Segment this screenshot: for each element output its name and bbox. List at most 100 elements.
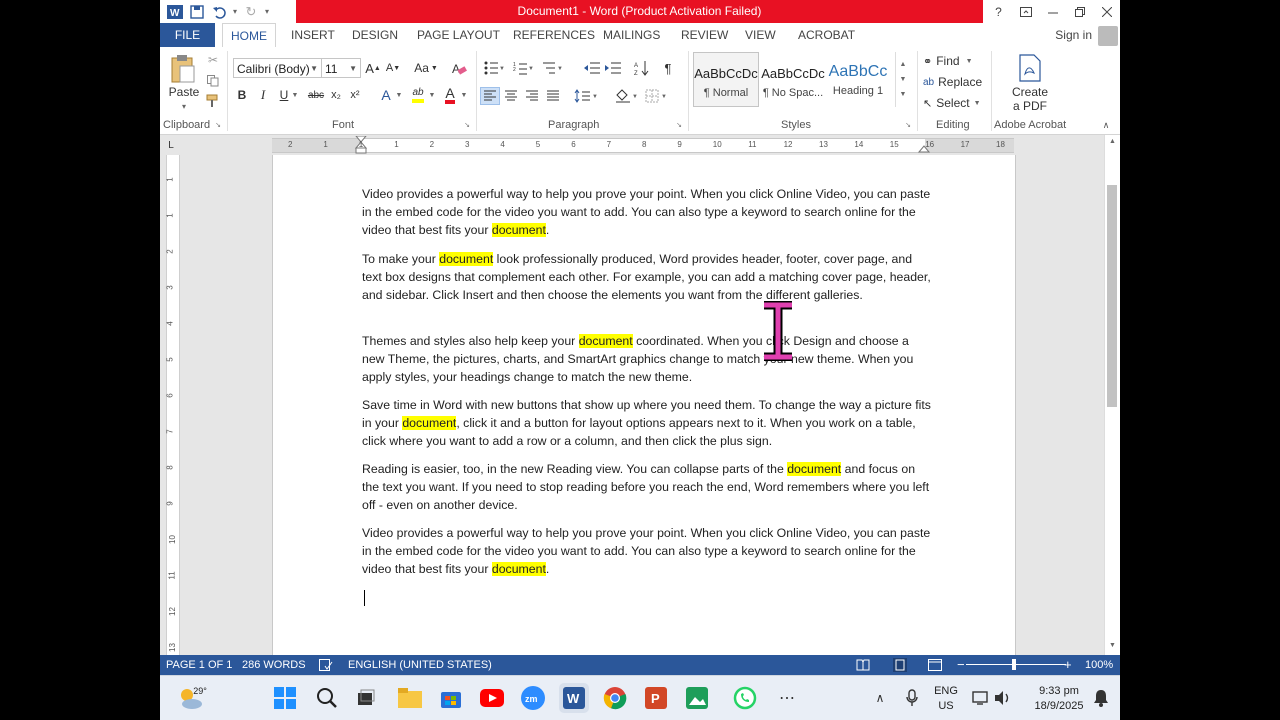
- decrease-indent-icon[interactable]: [583, 59, 601, 77]
- clear-formatting-icon[interactable]: A: [450, 59, 468, 77]
- chevron-up-icon[interactable]: ▲: [900, 61, 907, 68]
- underline-button[interactable]: U: [277, 87, 291, 103]
- numbering-icon[interactable]: 1 2 ▼: [511, 59, 535, 77]
- create-pdf-icon[interactable]: [1015, 53, 1045, 83]
- zoom-slider-knob[interactable]: [1012, 659, 1016, 670]
- tab-review[interactable]: REVIEW: [673, 23, 736, 47]
- notification-bell-icon[interactable]: [1090, 683, 1112, 713]
- replace-button[interactable]: ab Replace: [923, 73, 993, 91]
- avatar[interactable]: [1098, 26, 1118, 46]
- microsoft-store-icon[interactable]: [436, 683, 466, 713]
- save-icon[interactable]: [186, 1, 208, 23]
- cut-icon[interactable]: ✂: [205, 52, 221, 68]
- tab-selector[interactable]: L: [165, 138, 177, 152]
- text-effects-button[interactable]: A: [377, 86, 395, 104]
- more-apps-icon[interactable]: ⋯: [772, 683, 802, 713]
- help-button[interactable]: ?: [985, 0, 1012, 23]
- styles-gallery-scroll[interactable]: ▲ ▼ ▼: [895, 52, 910, 107]
- scroll-down-icon[interactable]: ▼: [1108, 641, 1117, 650]
- line-spacing-icon[interactable]: ▼: [571, 87, 599, 105]
- tab-view[interactable]: VIEW: [737, 23, 784, 47]
- document-page[interactable]: Video provides a powerful way to help yo…: [272, 155, 1016, 655]
- zoom-in-button[interactable]: +: [1064, 655, 1072, 675]
- paragraph-6[interactable]: Video provides a powerful way to help yo…: [362, 524, 932, 578]
- style-no-spacing[interactable]: AaBbCcDc ¶ No Spac...: [760, 52, 826, 107]
- chevron-down-icon[interactable]: ▼: [900, 76, 907, 83]
- tab-page-layout[interactable]: PAGE LAYOUT: [409, 23, 508, 47]
- create-pdf-label-2[interactable]: a PDF: [1005, 99, 1055, 113]
- tab-insert[interactable]: INSERT: [283, 23, 343, 47]
- scrollbar-thumb[interactable]: [1107, 185, 1117, 407]
- styles-launcher-icon[interactable]: ↘: [903, 120, 913, 130]
- more-icon[interactable]: ▼: [900, 91, 907, 98]
- tab-acrobat[interactable]: ACROBAT: [790, 23, 863, 47]
- font-launcher-icon[interactable]: ↘: [462, 120, 472, 130]
- create-pdf-label-1[interactable]: Create: [1005, 85, 1055, 99]
- paragraph-launcher-icon[interactable]: ↘: [674, 120, 684, 130]
- paragraph-2[interactable]: To make your document look professionall…: [362, 250, 932, 304]
- tab-references[interactable]: REFERENCES: [505, 23, 603, 47]
- align-right-icon[interactable]: [522, 87, 542, 105]
- vertical-scrollbar[interactable]: ▲ ▼: [1104, 135, 1120, 655]
- youtube-icon[interactable]: [477, 683, 507, 713]
- paragraph-3[interactable]: Themes and styles also help keep your do…: [362, 332, 932, 386]
- zoom-app-icon[interactable]: zm: [518, 683, 548, 713]
- paragraph-4[interactable]: Save time in Word with new buttons that …: [362, 396, 932, 450]
- zoom-level[interactable]: 100%: [1085, 655, 1113, 675]
- font-size-combo[interactable]: 11 ▼: [321, 58, 361, 78]
- select-button[interactable]: ↖ Select ▼: [923, 94, 993, 112]
- clock[interactable]: 9:33 pm 18/9/2025: [1024, 684, 1094, 714]
- sign-in-link[interactable]: Sign in: [1055, 23, 1092, 47]
- increase-indent-icon[interactable]: [604, 59, 622, 77]
- highlight-dropdown-icon[interactable]: ▼: [428, 87, 436, 103]
- italic-button[interactable]: I: [256, 87, 270, 103]
- vertical-ruler[interactable]: 1 1 2 3 4 5 6 7 8 9 10 11 12 13: [166, 155, 180, 655]
- show-formatting-marks-button[interactable]: ¶: [660, 59, 676, 77]
- windows-start-icon[interactable]: [270, 683, 300, 713]
- undo-icon[interactable]: [208, 1, 230, 23]
- minimize-icon[interactable]: [1039, 0, 1066, 23]
- font-family-combo[interactable]: Calibri (Body) ▼: [233, 58, 322, 78]
- undo-dropdown-icon[interactable]: ▾: [230, 1, 240, 23]
- shading-icon[interactable]: ▼: [612, 87, 640, 105]
- text-effects-dropdown-icon[interactable]: ▼: [395, 87, 403, 103]
- strikethrough-button[interactable]: abc: [305, 87, 327, 103]
- underline-dropdown-icon[interactable]: ▼: [291, 87, 299, 103]
- find-button[interactable]: ⚭ Find ▼: [923, 52, 983, 70]
- paragraph-1[interactable]: Video provides a powerful way to help yo…: [362, 185, 932, 239]
- format-painter-icon[interactable]: [205, 93, 221, 109]
- microphone-icon[interactable]: [900, 683, 924, 713]
- word-logo-icon[interactable]: W: [164, 1, 186, 23]
- style-heading-1[interactable]: AaBbCc Heading 1: [827, 52, 889, 107]
- ribbon-display-options-icon[interactable]: [1012, 0, 1039, 23]
- zoom-slider[interactable]: [966, 664, 1066, 665]
- font-color-dropdown-icon[interactable]: ▼: [460, 87, 468, 103]
- highlight-button[interactable]: ab: [408, 85, 428, 105]
- word-count[interactable]: 286 WORDS: [242, 655, 306, 675]
- word-taskbar-icon[interactable]: W: [559, 683, 589, 713]
- clipboard-launcher-icon[interactable]: ↘: [213, 120, 223, 130]
- scroll-up-icon[interactable]: ▲: [1108, 137, 1117, 146]
- whatsapp-icon[interactable]: [730, 683, 760, 713]
- shrink-font-button[interactable]: A ▼: [385, 60, 401, 76]
- paste-button[interactable]: Paste: [167, 85, 201, 99]
- search-icon[interactable]: [312, 683, 342, 713]
- tab-home[interactable]: HOME: [222, 23, 276, 48]
- multilevel-list-icon[interactable]: ▼: [540, 59, 564, 77]
- bold-button[interactable]: B: [235, 87, 249, 103]
- align-left-icon[interactable]: [480, 87, 500, 105]
- collapse-ribbon-icon[interactable]: ∧: [1100, 119, 1112, 131]
- tab-file[interactable]: FILE: [160, 23, 215, 47]
- font-color-button[interactable]: A: [441, 85, 459, 105]
- photo-app-icon[interactable]: [682, 683, 712, 713]
- align-center-icon[interactable]: [501, 87, 521, 105]
- clipboard-paste-icon[interactable]: [168, 53, 198, 85]
- horizontal-ruler[interactable]: 2 1 1 1 2 3 4 5 6 7 8 9 10 11 12 13 14 15 16 17 18: [272, 136, 1014, 154]
- network-icon[interactable]: [970, 683, 992, 713]
- chrome-icon[interactable]: [600, 683, 630, 713]
- close-icon[interactable]: [1093, 0, 1120, 23]
- restore-icon[interactable]: [1066, 0, 1093, 23]
- task-view-icon[interactable]: [351, 683, 381, 713]
- justify-icon[interactable]: [543, 87, 563, 105]
- weather-temp[interactable]: 29°: [190, 684, 210, 699]
